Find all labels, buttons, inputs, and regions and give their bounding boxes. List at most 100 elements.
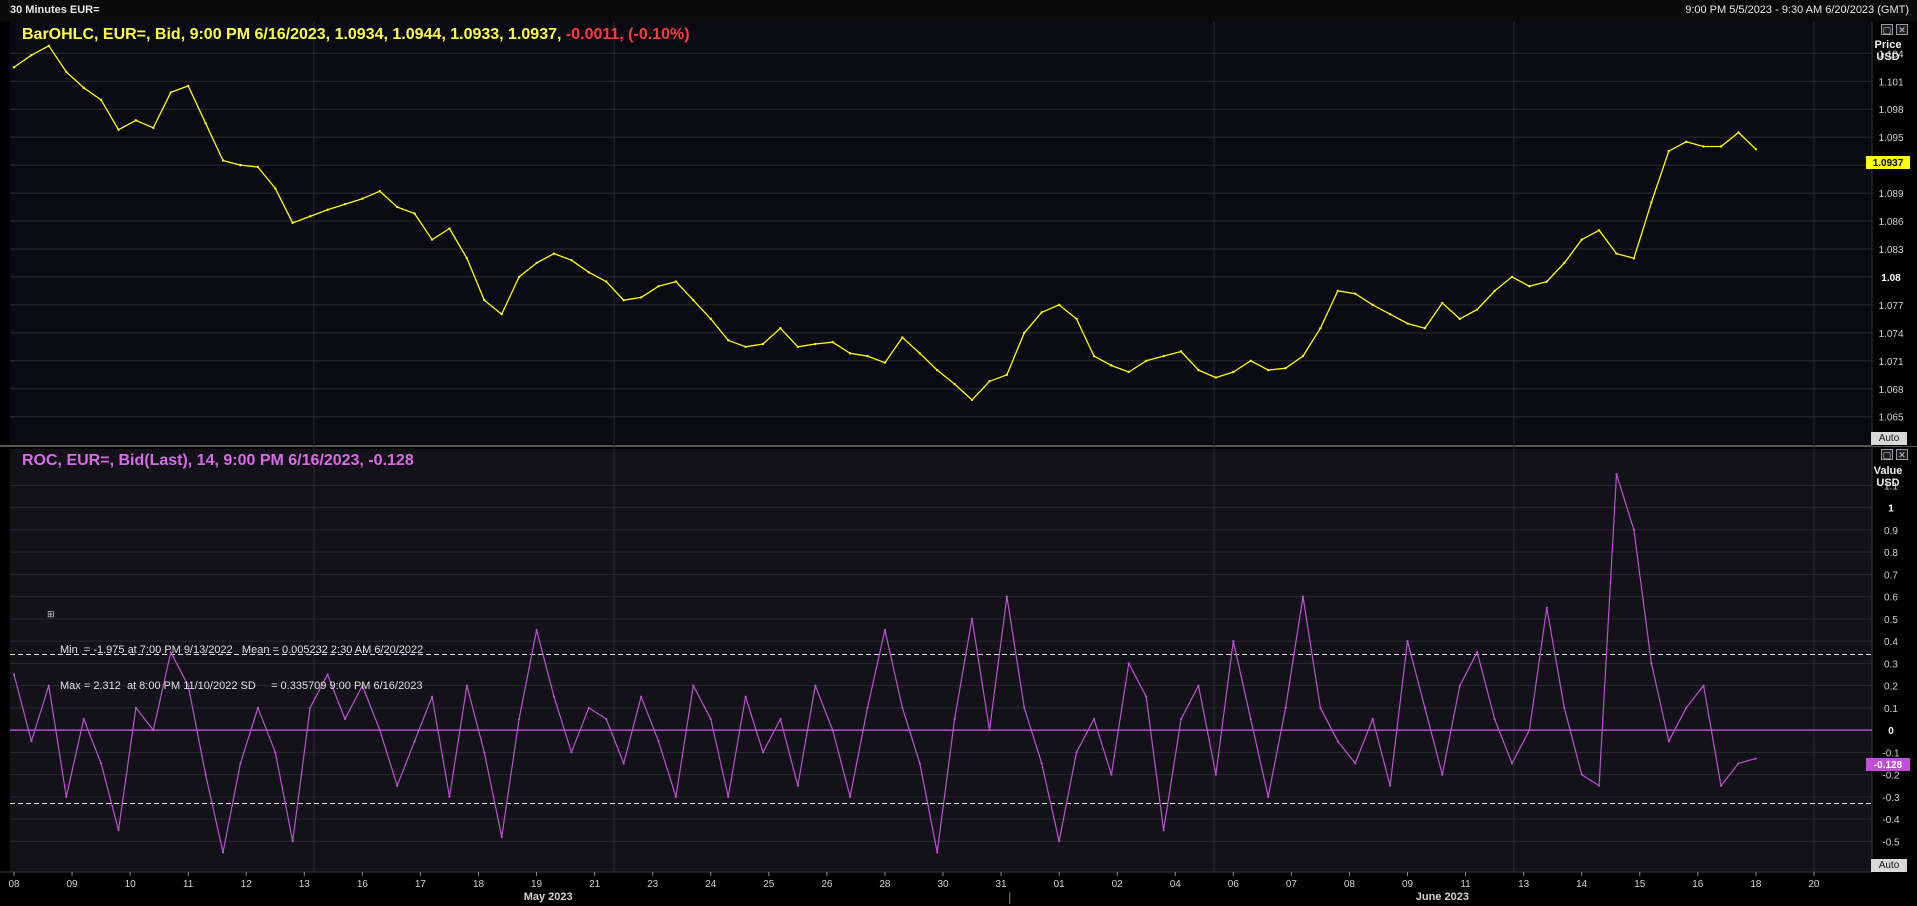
price-point [866, 354, 869, 358]
price-point [1632, 257, 1636, 260]
x-tick-label: 02 [1112, 879, 1124, 890]
roc-point [1336, 740, 1339, 743]
price-point [1301, 354, 1305, 358]
roc-point [1423, 706, 1427, 709]
price-point [587, 271, 591, 274]
x-tick-label: 23 [647, 879, 659, 890]
roc-point [1058, 840, 1061, 843]
roc-point [761, 751, 765, 754]
roc-point [883, 628, 887, 632]
roc-point [988, 728, 991, 732]
price-point [1266, 368, 1270, 372]
price-point [1597, 229, 1601, 232]
price-point [761, 342, 765, 346]
roc-point [117, 829, 120, 832]
price-point [308, 215, 312, 218]
roc-close-icon[interactable]: ✕ [1896, 449, 1908, 460]
price-legend[interactable]: BarOHLC, EUR=, Bid, 9:00 PM 6/16/2023, 1… [22, 26, 690, 44]
price-unit-line2: USD [1876, 51, 1900, 63]
price-y-tick-label: 1.071 [1878, 357, 1903, 368]
roc-point [605, 717, 608, 721]
roc-point [779, 717, 782, 721]
price-point [169, 91, 172, 94]
price-maximize-icon[interactable]: ▢ [1881, 24, 1893, 35]
price-point [1023, 331, 1026, 335]
price-y-tick-label: 1.077 [1878, 301, 1903, 312]
price-point [1685, 140, 1688, 144]
x-tick-label: 09 [67, 879, 79, 890]
price-point [1214, 376, 1218, 379]
roc-point [744, 695, 747, 698]
roc-point [1598, 784, 1601, 787]
roc-point [1650, 662, 1653, 665]
x-tick-label: 21 [589, 879, 601, 890]
roc-point [1702, 684, 1705, 687]
price-y-tick-label: 1.065 [1878, 413, 1903, 424]
price-y-tick-label: 1.083 [1878, 245, 1903, 256]
roc-point [396, 784, 399, 787]
roc-maximize-icon[interactable]: ▢ [1881, 449, 1893, 460]
price-point [744, 345, 747, 349]
time-range[interactable]: 9:00 PM 5/5/2023 - 9:30 AM 6/20/2023 (GM… [1685, 4, 1909, 16]
stats-line-1: Min = -1.975 at 7:00 PM 9/13/2022 Mean =… [60, 644, 424, 656]
price-point [1249, 359, 1252, 362]
roc-point [639, 695, 643, 698]
price-point [796, 345, 800, 349]
price-point [1563, 261, 1566, 265]
roc-point [1493, 717, 1496, 721]
price-point [1754, 148, 1758, 151]
price-point [848, 352, 852, 355]
price-point [1145, 359, 1148, 362]
price-point [1528, 285, 1531, 288]
price-point [1092, 354, 1096, 358]
roc-point [1667, 740, 1670, 743]
price-point [239, 163, 242, 167]
price-point [535, 261, 538, 265]
price-point [953, 382, 956, 386]
roc-point [1005, 595, 1008, 598]
x-axis-background [0, 872, 1917, 906]
roc-point [953, 717, 956, 721]
roc-point [1127, 662, 1130, 665]
roc-point [1719, 784, 1723, 787]
roc-legend[interactable]: ROC, EUR=, Bid(Last), 14, 9:00 PM 6/16/2… [22, 452, 414, 470]
x-tick-label: 11 [183, 879, 194, 890]
roc-point [1737, 762, 1740, 765]
price-point [1719, 145, 1723, 148]
roc-y-tick-label: 0 [1888, 726, 1894, 737]
price-legend-text: BarOHLC, EUR=, Bid, 9:00 PM 6/16/2023, 1… [22, 26, 562, 43]
x-tick-label: 16 [357, 879, 369, 890]
roc-point [1145, 695, 1148, 698]
price-y-tick-label: 1.086 [1878, 217, 1903, 228]
roc-point [12, 673, 16, 676]
price-point [1475, 308, 1479, 311]
price-point [1284, 367, 1287, 370]
price-point [396, 205, 399, 209]
roc-point [309, 706, 312, 709]
roc-y-tick-label: 0.7 [1884, 570, 1898, 581]
roc-auto-scale-button[interactable]: Auto [1871, 859, 1907, 872]
price-point [82, 86, 85, 89]
price-point [204, 121, 207, 125]
roc-point [30, 740, 33, 743]
stats-toggle-icon[interactable]: ⊞ [47, 609, 55, 620]
price-auto-scale-button[interactable]: Auto [1871, 432, 1907, 445]
price-point [901, 336, 904, 339]
roc-point [65, 795, 68, 798]
price-point [134, 119, 138, 122]
price-close-icon[interactable]: ✕ [1896, 24, 1908, 35]
x-tick-label: 30 [937, 879, 949, 890]
roc-point [570, 751, 573, 754]
roc-point [448, 795, 451, 798]
roc-point [413, 740, 416, 743]
price-point [831, 340, 834, 344]
last-roc-tag-text: -0.128 [1874, 760, 1903, 771]
x-tick-label: 26 [821, 879, 833, 890]
roc-y-tick-label: -0.5 [1882, 837, 1900, 848]
price-point [1110, 364, 1113, 367]
window-title: 30 Minutes EUR= [10, 4, 100, 16]
price-point [65, 70, 68, 74]
roc-y-tick-label: 0.6 [1884, 593, 1898, 604]
price-point [726, 339, 730, 342]
roc-point [204, 773, 207, 776]
